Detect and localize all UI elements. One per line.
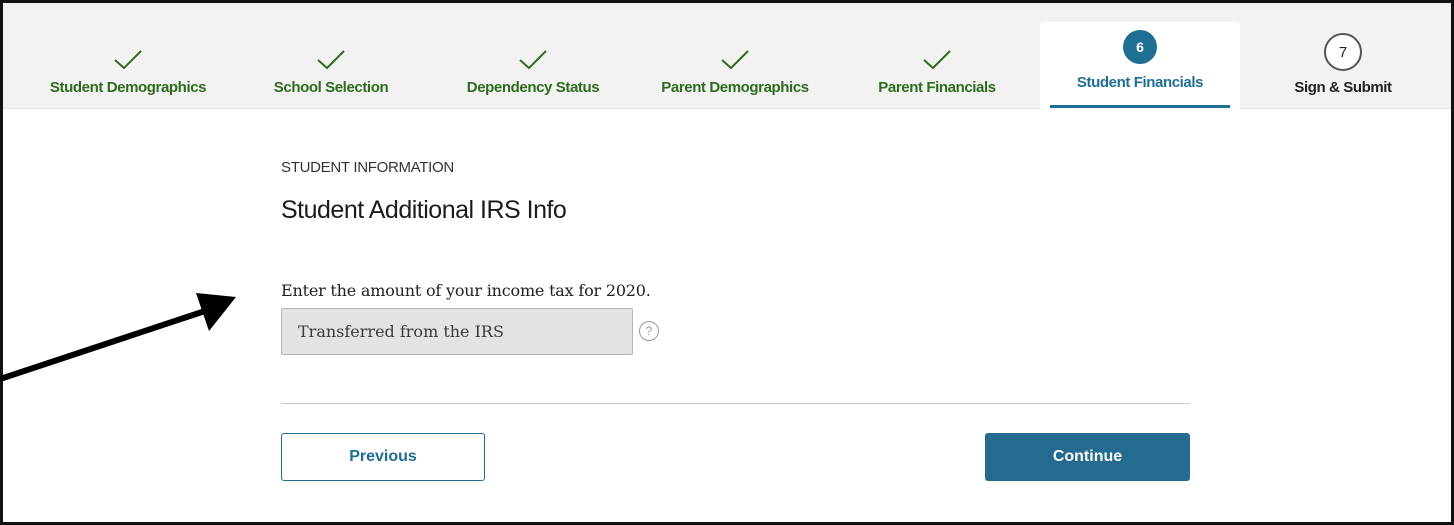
annotation-arrow-icon xyxy=(0,293,236,382)
